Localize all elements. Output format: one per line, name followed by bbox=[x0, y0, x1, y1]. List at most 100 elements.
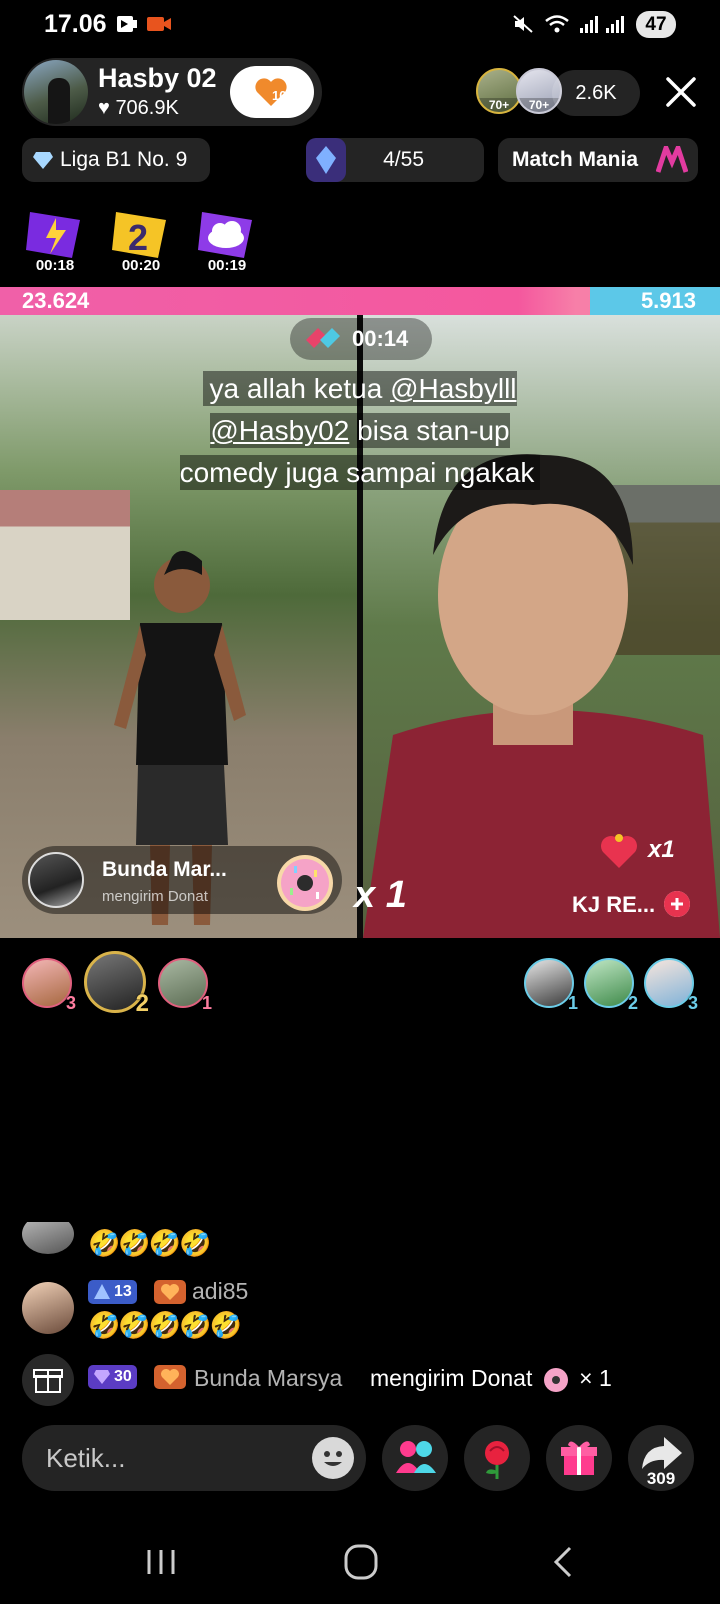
progress-chip[interactable]: 4/55 bbox=[306, 138, 484, 182]
comment-input[interactable] bbox=[46, 1425, 296, 1491]
left-contributor-3[interactable]: 1 bbox=[158, 958, 212, 1013]
gem-icon bbox=[306, 138, 346, 182]
host-profile[interactable]: Hasby 02 ♥ 706.9K 10 bbox=[22, 58, 322, 126]
gift-notification: Bunda Mar... mengirim Donat bbox=[22, 846, 342, 914]
plus-icon bbox=[664, 891, 690, 917]
viewer-count[interactable]: 2.6K bbox=[552, 70, 640, 116]
share-button[interactable]: 309 bbox=[628, 1425, 694, 1491]
right-contributor-rank-3: 3 bbox=[687, 993, 698, 1013]
match-mania-logo-icon bbox=[656, 146, 688, 173]
emoji-icon bbox=[324, 1451, 342, 1466]
donut-icon bbox=[543, 1367, 568, 1392]
comment-input-box[interactable] bbox=[22, 1425, 366, 1491]
lightning-boost-badge[interactable]: 00:18 bbox=[22, 206, 88, 274]
chat-level-badge-2: 13 bbox=[88, 1280, 137, 1304]
right-contributor-3[interactable]: 3 bbox=[644, 958, 698, 1013]
mention-2[interactable]: @Hasby02 bbox=[210, 415, 349, 446]
match-mania-chip[interactable]: Match Mania bbox=[498, 138, 698, 182]
people-icon bbox=[396, 1441, 436, 1473]
chat-level-3: 30 bbox=[114, 1368, 132, 1385]
battle-round-timer: 00:14 bbox=[290, 318, 432, 360]
cloud-boost-badge[interactable]: 00:19 bbox=[194, 206, 260, 274]
follow-level: 10 bbox=[272, 88, 287, 103]
battery-indicator: 47 bbox=[636, 11, 676, 38]
chat-gift-message: mengirim Donat × 1 bbox=[370, 1365, 612, 1393]
mention-1[interactable]: @Hasbylll bbox=[390, 373, 516, 404]
chat-gift-action: mengirim Donat bbox=[370, 1365, 533, 1391]
gift-icon bbox=[22, 1354, 74, 1406]
battle-gloves-icon bbox=[306, 328, 340, 348]
back-icon[interactable] bbox=[540, 1540, 590, 1584]
home-icon[interactable] bbox=[336, 1540, 386, 1584]
left-contributor-rank-3: 1 bbox=[201, 993, 212, 1013]
timer-1: 00:18 bbox=[35, 257, 75, 274]
chat-fan-badge-3 bbox=[154, 1365, 186, 1389]
gift-sender-name: Bunda Mar... bbox=[102, 858, 227, 881]
chat-message-2: 🤣🤣🤣🤣🤣 bbox=[88, 1310, 242, 1340]
progress-label: 4/55 bbox=[383, 148, 424, 171]
chat-level-badge-3: 30 bbox=[88, 1365, 137, 1389]
status-time: 17.06 bbox=[44, 10, 107, 38]
system-navigation-bar bbox=[0, 1520, 720, 1604]
chat-level-2: 13 bbox=[114, 1283, 132, 1300]
emoji-button[interactable] bbox=[312, 1437, 354, 1479]
top-viewer-badge-1: 70+ bbox=[478, 98, 520, 112]
score-left: 23.624 bbox=[22, 288, 90, 313]
chat-message-1: 🤣🤣🤣🤣 bbox=[88, 1228, 211, 1258]
cloud-icon bbox=[198, 212, 252, 258]
signal-icon bbox=[580, 16, 598, 33]
gift-action: mengirim Donat bbox=[102, 888, 208, 905]
multi-guest-button[interactable] bbox=[382, 1425, 448, 1491]
chat-fan-badge-2 bbox=[154, 1280, 186, 1304]
featured-comment: ya allah ketua @Hasbylll @Hasby02 bisa st… bbox=[170, 368, 550, 494]
chat-avatar-2[interactable] bbox=[22, 1282, 74, 1334]
chat-username-2[interactable]: adi85 bbox=[192, 1278, 248, 1305]
fan-heart-icon bbox=[161, 1369, 179, 1385]
record-icon bbox=[147, 17, 171, 31]
recent-apps-icon[interactable] bbox=[136, 1540, 186, 1584]
chat-gift-count: × 1 bbox=[579, 1365, 612, 1391]
score-right: 5.913 bbox=[640, 288, 696, 313]
rose-icon bbox=[485, 1441, 509, 1479]
rose-gift-button[interactable] bbox=[464, 1425, 530, 1491]
left-contributor-1[interactable]: 3 bbox=[22, 958, 76, 1013]
follow-button[interactable]: 10 bbox=[230, 66, 314, 118]
right-contributor-rank-1: 1 bbox=[567, 993, 578, 1013]
right-contributor-1[interactable]: 1 bbox=[524, 958, 578, 1013]
signal-icon-2 bbox=[606, 16, 624, 33]
media-icon bbox=[117, 16, 137, 32]
left-contributor-rank-1: 3 bbox=[65, 993, 76, 1013]
opponent-follow-button[interactable] bbox=[664, 891, 690, 917]
opponent-gift-count: x1 bbox=[648, 836, 675, 863]
chat-avatar-1[interactable] bbox=[22, 1222, 74, 1254]
round-timer-value: 00:14 bbox=[352, 326, 409, 351]
donut-icon bbox=[277, 855, 333, 911]
host-likes-count: 706.9K bbox=[115, 97, 179, 119]
level-diamond-icon bbox=[94, 1370, 110, 1384]
wifi-icon bbox=[545, 15, 569, 33]
status-bar: 17.06 47 bbox=[0, 0, 720, 48]
right-contributor-2[interactable]: 2 bbox=[584, 958, 638, 1013]
host-avatar[interactable] bbox=[24, 60, 88, 124]
league-chip[interactable]: Liga B1 No. 9 bbox=[22, 138, 210, 182]
close-icon[interactable] bbox=[660, 70, 702, 114]
comment-prefix: ya allah ketua bbox=[209, 373, 391, 404]
host-name: Hasby 02 bbox=[98, 63, 217, 93]
double-boost-badge[interactable]: 2 00:20 bbox=[108, 206, 174, 274]
gift-box-icon bbox=[561, 1441, 597, 1475]
gift-sender-avatar[interactable] bbox=[28, 852, 84, 908]
chat-username-3[interactable]: Bunda Marsya bbox=[194, 1365, 342, 1392]
lightning-icon bbox=[26, 212, 80, 258]
league-label: Liga B1 No. 9 bbox=[60, 148, 188, 171]
timer-2: 00:20 bbox=[121, 257, 161, 274]
battle-score-bar bbox=[0, 287, 720, 315]
mute-icon bbox=[513, 15, 533, 33]
gift-count: x 1 bbox=[354, 874, 407, 916]
heart-icon: ♥ bbox=[98, 97, 110, 119]
left-contributor-rank-2: 2 bbox=[135, 990, 149, 1017]
opponent-name[interactable]: KJ RE... bbox=[572, 892, 655, 918]
gift-button[interactable] bbox=[546, 1425, 612, 1491]
left-contributor-2[interactable]: 2 bbox=[84, 951, 149, 1017]
double-icon: 2 bbox=[112, 212, 166, 258]
level-triangle-icon bbox=[94, 1284, 110, 1299]
